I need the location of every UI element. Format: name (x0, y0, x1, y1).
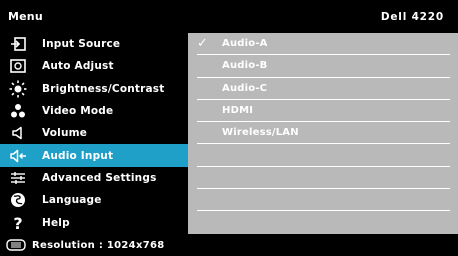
menu-item-volume[interactable]: Volume (0, 122, 188, 144)
help-icon: ? (8, 214, 28, 232)
option-empty (197, 189, 450, 212)
checkmark-icon: ✓ (197, 36, 208, 51)
projector-model: Dell 4220 (380, 10, 444, 23)
option-empty (197, 144, 450, 167)
video-mode-icon (8, 102, 28, 120)
menu-item-label: Brightness/Contrast (42, 82, 165, 95)
option-audio-a[interactable]: ✓ Audio-A (197, 33, 450, 56)
audio-input-options: ✓ Audio-A Audio-B Audio-C HDMI Wireless/… (188, 33, 458, 234)
menu-item-label: Audio Input (42, 149, 114, 162)
display-icon (6, 239, 26, 251)
auto-adjust-icon (8, 57, 28, 75)
menu-item-label: Input Source (42, 38, 121, 51)
advanced-settings-icon (8, 169, 28, 187)
option-label: HDMI (222, 104, 254, 116)
option-label: Audio-B (222, 60, 268, 72)
osd-menu: Menu Dell 4220 Input Source Auto Adjust … (0, 0, 458, 256)
volume-icon (8, 124, 28, 142)
menu-item-help[interactable]: ? Help (0, 211, 188, 233)
menu-item-advanced-settings[interactable]: Advanced Settings (0, 167, 188, 189)
option-empty (197, 167, 450, 190)
menu-item-label: Help (42, 216, 70, 229)
main-menu: Input Source Auto Adjust Brightness/Cont… (0, 33, 188, 234)
menu-item-brightness-contrast[interactable]: Brightness/Contrast (0, 78, 188, 100)
svg-text:?: ? (13, 215, 22, 231)
option-audio-b[interactable]: Audio-B (197, 55, 450, 78)
language-icon (8, 191, 28, 209)
menu-item-label: Video Mode (42, 105, 114, 118)
status-bar: Resolution : 1024x768 (0, 234, 458, 256)
brightness-icon (8, 80, 28, 98)
resolution-readout: Resolution : 1024x768 (32, 239, 165, 251)
menu-item-language[interactable]: Language (0, 189, 188, 211)
menu-item-label: Volume (42, 127, 88, 140)
option-audio-c[interactable]: Audio-C (197, 78, 450, 100)
menu-item-audio-input[interactable]: Audio Input (0, 144, 188, 167)
menu-item-label: Advanced Settings (42, 171, 157, 184)
option-label: Wireless/LAN (222, 127, 299, 139)
menu-item-video-mode[interactable]: Video Mode (0, 100, 188, 122)
option-wireless-lan[interactable]: Wireless/LAN (197, 122, 450, 145)
menu-item-input-source[interactable]: Input Source (0, 33, 188, 55)
menu-item-label: Language (42, 194, 102, 207)
menu-item-auto-adjust[interactable]: Auto Adjust (0, 55, 188, 77)
menu-item-label: Auto Adjust (42, 60, 114, 73)
option-label: Audio-A (222, 38, 268, 49)
menu-title: Menu (8, 10, 43, 23)
option-label: Audio-C (222, 82, 268, 94)
input-source-icon (8, 35, 28, 53)
menu-header: Menu Dell 4220 (0, 0, 458, 33)
option-hdmi[interactable]: HDMI (197, 100, 450, 123)
option-empty (197, 211, 450, 233)
audio-input-icon (8, 147, 28, 165)
